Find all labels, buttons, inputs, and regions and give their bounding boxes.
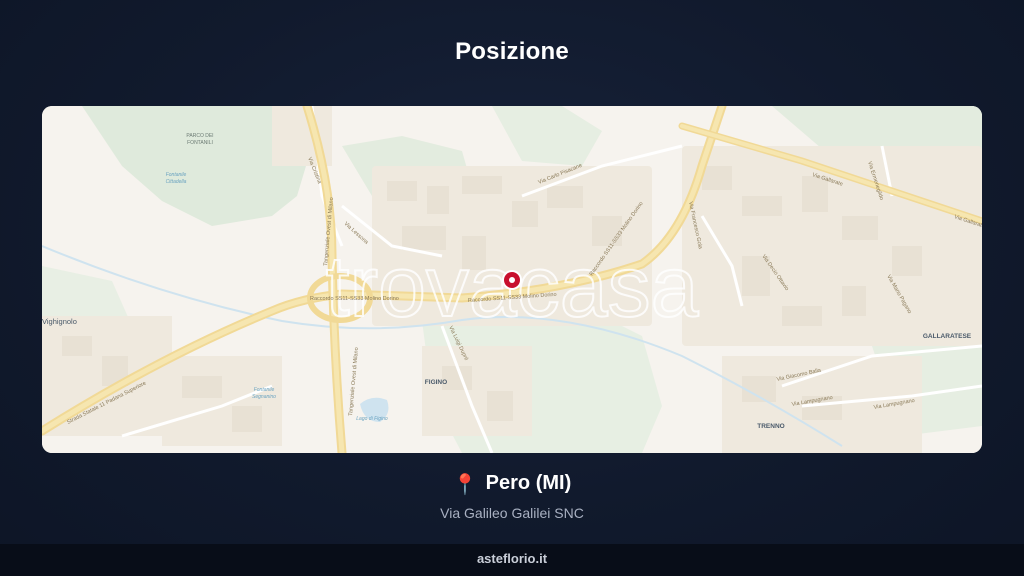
location-marker[interactable] — [502, 270, 522, 290]
footer-site[interactable]: asteflorio.it — [477, 551, 547, 566]
page-title: Posizione — [455, 38, 569, 65]
place-label-vighignolo: Vighignolo — [42, 317, 77, 326]
place-label-lago: Lago di Figino — [356, 416, 388, 422]
place-label-figino: FIGINO — [425, 379, 447, 386]
street-label-raccordo-left: Raccordo SS11-SS33 Molino Dorino — [310, 296, 399, 302]
footer: asteflorio.it — [0, 544, 1024, 576]
place-label-gallaratese: GALLARATESE — [923, 333, 972, 340]
place-label-fontanile-segnanino-2: Segnanino — [252, 394, 276, 400]
map-canvas[interactable]: trovacasa PARCO DEI FONTANILI Fontanile … — [42, 106, 982, 453]
place-label-trenno: TRENNO — [757, 423, 784, 430]
place-label-fontanile-cittadella-2: Cittadella — [166, 179, 187, 185]
map[interactable]: trovacasa PARCO DEI FONTANILI Fontanile … — [42, 106, 982, 453]
pin-icon: 📍 — [452, 474, 478, 496]
marker-center — [509, 277, 515, 283]
place-label-parco-2: FONTANILI — [187, 140, 213, 146]
place-label-parco: PARCO DEI — [186, 133, 213, 139]
place-label-fontanile-segnanino: Fontanile — [254, 387, 275, 393]
location-city: Pero (MI) — [485, 472, 572, 494]
place-label-fontanile-cittadella: Fontanile — [166, 172, 187, 178]
location-city-line: 📍 Pero (MI) — [0, 472, 1024, 497]
location-info: 📍 Pero (MI) Via Galileo Galilei SNC — [0, 472, 1024, 521]
location-address: Via Galileo Galilei SNC — [440, 505, 584, 521]
